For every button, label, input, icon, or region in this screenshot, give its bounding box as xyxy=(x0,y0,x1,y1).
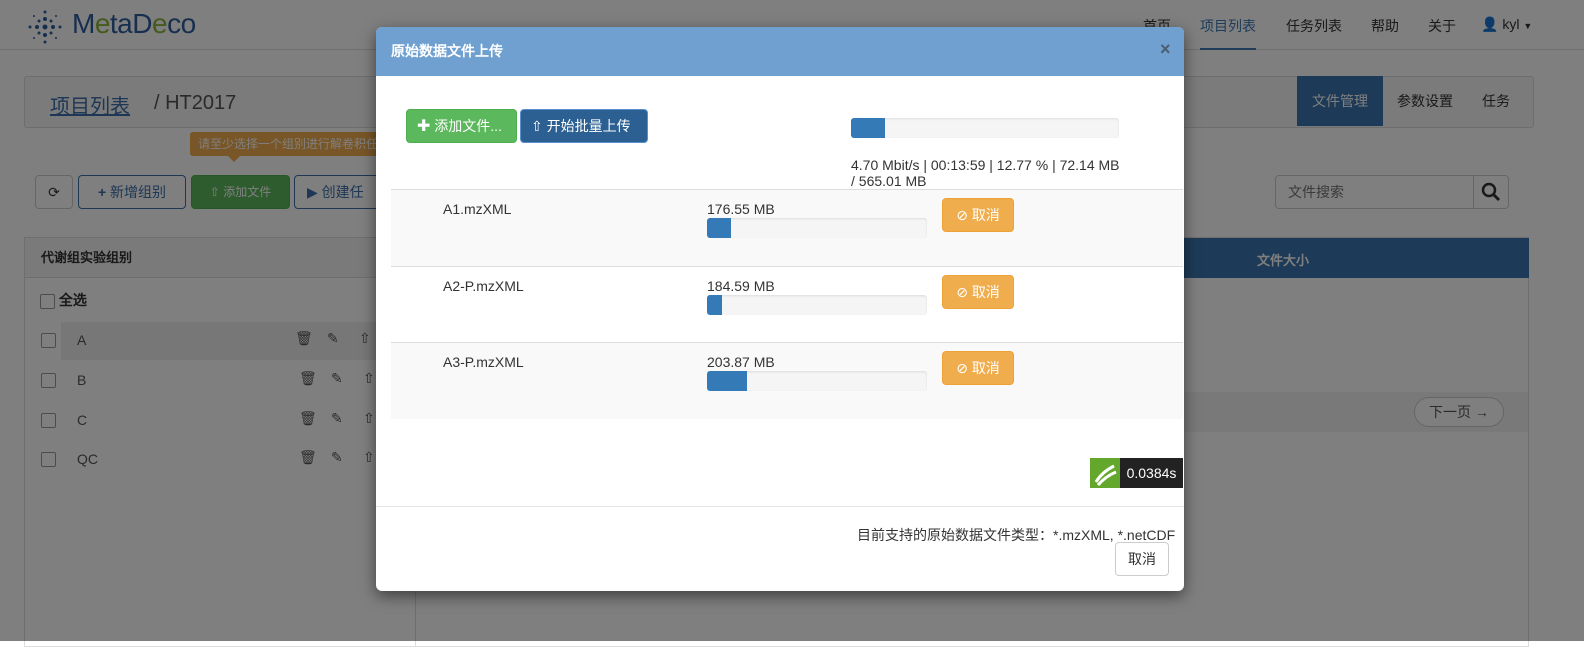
cancel-upload-button[interactable]: ⊘ 取消 xyxy=(942,198,1014,232)
modal-footer-divider xyxy=(376,506,1184,507)
modal-title: 原始数据文件上传 xyxy=(391,43,503,59)
file-progress-fill xyxy=(707,218,732,238)
file-size: 184.59 MB xyxy=(707,278,775,294)
start-upload-label: 开始批量上传 xyxy=(546,118,631,134)
total-upload-stats: 4.70 Mbit/s | 00:13:59 | 12.77 % | 72.14… xyxy=(851,157,1131,189)
file-name: A1.mzXML xyxy=(443,201,512,217)
file-progress-fill xyxy=(707,371,747,391)
ban-icon: ⊘ xyxy=(956,207,968,223)
cancel-upload-button[interactable]: ⊘ 取消 xyxy=(942,275,1014,309)
start-batch-upload-button[interactable]: ⇧ 开始批量上传 xyxy=(520,109,648,143)
plus-icon: ✚ xyxy=(417,118,431,135)
modal-header: 原始数据文件上传 xyxy=(376,27,1184,76)
render-timer: 0.0384s xyxy=(1120,458,1183,488)
add-files-label: 添加文件... xyxy=(434,118,502,134)
file-progress-bar xyxy=(707,371,927,391)
file-progress-fill xyxy=(707,295,723,315)
file-progress-bar xyxy=(707,218,927,238)
upload-stats-line: 4.70 Mbit/s | 00:13:59 | 12.77 % | 72.14… xyxy=(851,157,1120,173)
total-progress-fill xyxy=(851,118,886,138)
cancel-label: 取消 xyxy=(971,207,1000,223)
cancel-label: 取消 xyxy=(971,284,1000,300)
upload-stats-line: / 565.01 MB xyxy=(851,173,927,189)
file-name: A2-P.mzXML xyxy=(443,278,524,294)
add-files-button[interactable]: ✚ 添加文件... xyxy=(406,109,517,143)
modal-cancel-button[interactable]: 取消 xyxy=(1115,542,1169,576)
circle-arrow-up-icon: ⇧ xyxy=(531,118,543,134)
upload-file-row: A3-P.mzXML 203.87 MB ⊘ 取消 xyxy=(391,342,1183,419)
upload-file-row: A2-P.mzXML 184.59 MB ⊘ 取消 xyxy=(391,266,1183,343)
timer-logo-icon xyxy=(1090,458,1120,488)
ban-icon: ⊘ xyxy=(956,284,968,300)
file-size: 176.55 MB xyxy=(707,201,775,217)
file-size: 203.87 MB xyxy=(707,354,775,370)
close-icon[interactable]: × xyxy=(1160,39,1171,60)
total-progress-bar xyxy=(851,118,1119,138)
upload-modal: 原始数据文件上传 × ✚ 添加文件... ⇧ 开始批量上传 4.70 Mbit/… xyxy=(376,27,1184,591)
upload-file-row: A1.mzXML 176.55 MB ⊘ 取消 xyxy=(391,189,1183,266)
ban-icon: ⊘ xyxy=(956,360,968,376)
cancel-label: 取消 xyxy=(971,360,1000,376)
cancel-upload-button[interactable]: ⊘ 取消 xyxy=(942,351,1014,385)
file-progress-bar xyxy=(707,295,927,315)
file-name: A3-P.mzXML xyxy=(443,354,524,370)
